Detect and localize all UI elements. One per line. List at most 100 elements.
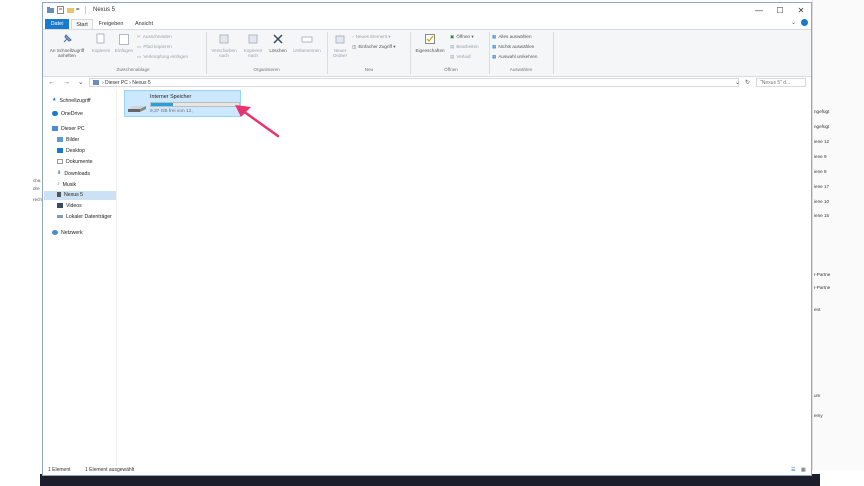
paste-shortcut-button[interactable]: ▭ Verknüpfung einfügen xyxy=(137,54,188,60)
new-folder-label: Neuer Ordner xyxy=(332,48,348,58)
properties-button[interactable]: Eigenschaften xyxy=(412,33,448,53)
desktop-icon xyxy=(57,148,63,154)
cut-button[interactable]: ✂ Ausschneiden xyxy=(137,34,172,40)
folder-icon xyxy=(47,6,54,14)
sidebar-item-quick-access[interactable]: ★ Schnellzugriff xyxy=(52,96,91,105)
invert-selection-button[interactable]: ▦ Auswahl umkehren xyxy=(492,54,537,60)
sidebar-label: Downloads xyxy=(64,170,91,177)
new-folder-button[interactable]: Neuer Ordner xyxy=(329,33,351,58)
address-row: ← → ⌄ ↑ › Dieser PC › Nexus 5 ⌄ ↻ "Nexus… xyxy=(43,77,811,89)
group-label-organize: Organisieren xyxy=(253,67,280,72)
sidebar-item-nexus-5[interactable]: Nexus 5 xyxy=(44,191,116,200)
background-text: rech xyxy=(33,197,42,202)
ribbon-expand-icon[interactable]: ⌄ xyxy=(791,19,796,26)
move-to-button[interactable]: Verschieben nach xyxy=(209,33,239,58)
history-button[interactable]: ▤ Verlauf xyxy=(450,54,471,60)
sidebar-label: Musik xyxy=(62,181,77,188)
open-button[interactable]: ▣ Öffnen ▾ xyxy=(450,34,474,40)
drive-name: Interner Speicher xyxy=(150,94,192,100)
sidebar-item-this-pc[interactable]: Dieser PC xyxy=(52,125,85,134)
copy-label: Kopieren xyxy=(91,48,111,53)
sidebar-item-local-disk[interactable]: Lokaler Datenträger xyxy=(57,213,112,222)
copy-path-button[interactable]: ▭ Pfad kopieren xyxy=(137,44,172,50)
tiles-view-icon[interactable]: ▦ xyxy=(801,467,806,473)
help-icon[interactable] xyxy=(801,19,808,26)
edit-button[interactable]: ▤ Bearbeiten xyxy=(450,44,479,50)
background-text: dre xyxy=(33,186,40,191)
rename-icon xyxy=(290,33,324,46)
ribbon-separator xyxy=(553,32,554,74)
background-text: ngefügt xyxy=(814,109,830,114)
sidebar-item-videos[interactable]: Videos xyxy=(57,202,82,211)
ribbon-separator xyxy=(489,32,490,74)
background-text: iene 9 xyxy=(814,154,827,159)
select-all-label: Alles auswählen xyxy=(498,34,532,40)
address-dropdown-icon[interactable]: ⌄ xyxy=(735,79,740,86)
sidebar-item-desktop[interactable]: Desktop xyxy=(57,147,85,156)
invert-selection-label: Auswahl umkehren xyxy=(498,54,538,60)
delete-label: Löschen xyxy=(269,48,287,53)
copy-to-icon xyxy=(240,33,266,46)
select-none-label: Nichts auswählen xyxy=(498,44,535,50)
easy-access-label: Einfacher Zugriff xyxy=(358,44,392,50)
sidebar-label: Netzwerk xyxy=(61,230,83,236)
drive-tile-internal-storage[interactable]: Interner Speicher 9,37 GB frei von 12, xyxy=(124,90,241,117)
details-view-icon[interactable]: ☰ xyxy=(791,467,795,473)
pin-quick-access-button[interactable]: An Schnellzugriff anheften xyxy=(45,33,89,58)
rename-button[interactable]: Umbenennen xyxy=(290,33,324,53)
video-icon xyxy=(57,203,63,209)
properties-icon[interactable] xyxy=(57,6,64,14)
copy-icon xyxy=(90,33,112,46)
address-bar[interactable]: › Dieser PC › Nexus 5 xyxy=(89,78,739,87)
select-all-icon: ▦ xyxy=(492,34,497,39)
easy-access-button[interactable]: ◫ Einfacher Zugriff ▾ xyxy=(352,44,396,50)
maximize-button[interactable]: ☐ xyxy=(770,5,790,16)
edit-icon: ▤ xyxy=(450,44,455,49)
search-input[interactable]: "Nexus 5" d... xyxy=(756,78,806,87)
background-text: iene 8 xyxy=(814,169,827,174)
device-icon xyxy=(93,80,99,86)
sidebar-item-pictures[interactable]: Bilder xyxy=(57,136,79,145)
select-none-button[interactable]: ▦ Nichts auswählen xyxy=(492,44,534,50)
sidebar-item-documents[interactable]: Dokumente xyxy=(57,158,93,167)
computer-icon xyxy=(52,126,58,132)
move-to-label: Verschieben nach xyxy=(211,48,237,58)
minimize-button[interactable]: — xyxy=(749,5,769,16)
rename-label: Umbenennen xyxy=(293,48,321,53)
select-none-icon: ▦ xyxy=(492,44,497,49)
sidebar-label: Videos xyxy=(66,203,82,209)
network-icon xyxy=(52,230,58,236)
easy-access-icon: ◫ xyxy=(352,44,357,49)
copy-path-label: Pfad kopieren xyxy=(143,44,172,50)
ribbon-separator xyxy=(206,32,207,74)
new-folder-quick-icon[interactable] xyxy=(67,6,74,14)
new-item-button[interactable]: ▫ Neues Element ▾ xyxy=(352,34,391,40)
sidebar-item-downloads[interactable]: ⬇ Downloads xyxy=(57,169,90,178)
tab-freigeben[interactable]: Freigeben xyxy=(95,19,127,29)
tab-start[interactable]: Start xyxy=(71,19,93,29)
background-text: I-Partne xyxy=(814,272,831,277)
sidebar-item-network[interactable]: Netzwerk xyxy=(52,229,83,238)
tab-datei[interactable]: Datei xyxy=(45,19,69,29)
sidebar-item-music[interactable]: ♪ Musik xyxy=(57,180,76,189)
desktop-background-left xyxy=(0,0,42,486)
ribbon-separator xyxy=(410,32,411,74)
tab-ansicht[interactable]: Ansicht xyxy=(131,19,157,29)
quick-access-dropdown-icon[interactable]: = xyxy=(76,6,83,14)
drive-free-space: 9,37 GB frei von 12, xyxy=(150,109,193,114)
delete-button[interactable]: Löschen xyxy=(267,33,289,53)
select-all-button[interactable]: ▦ Alles auswählen xyxy=(492,34,532,40)
delete-x-icon xyxy=(267,33,289,46)
paste-button[interactable]: Einfügen xyxy=(113,33,135,53)
background-text: emy xyxy=(814,413,823,418)
refresh-icon[interactable]: ↻ xyxy=(745,79,750,86)
background-text: I-Partne xyxy=(814,285,831,290)
paste-label: Einfügen xyxy=(114,48,134,53)
sidebar-label: Bilder xyxy=(66,137,80,143)
sidebar-item-onedrive[interactable]: OneDrive xyxy=(52,110,83,119)
copy-button[interactable]: Kopieren xyxy=(90,33,112,53)
copy-to-button[interactable]: Kopieren nach xyxy=(240,33,266,58)
history-icon: ▤ xyxy=(450,54,455,59)
invert-selection-icon: ▦ xyxy=(492,54,497,59)
close-button[interactable]: ✕ xyxy=(791,5,811,16)
